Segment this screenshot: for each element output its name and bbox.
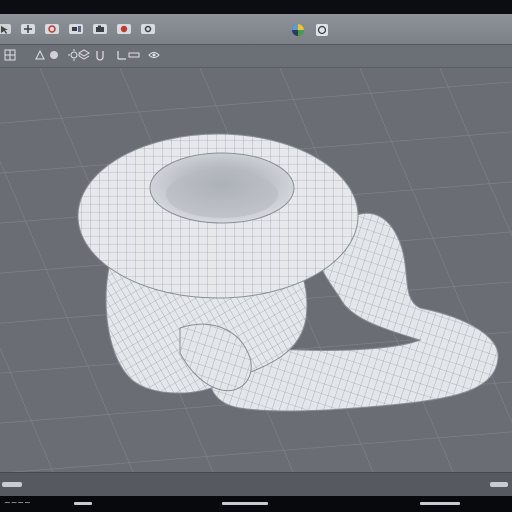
wireframe-icon[interactable] — [34, 49, 46, 61]
palette-icon[interactable] — [292, 24, 304, 36]
3d-viewport[interactable] — [0, 68, 512, 472]
render-tool-button[interactable] — [116, 21, 134, 37]
grid-icon[interactable] — [4, 49, 16, 61]
settings-tool-button[interactable] — [140, 21, 158, 37]
refresh-icon[interactable] — [316, 24, 328, 36]
camera-tool-button[interactable] — [92, 21, 110, 37]
layers-icon[interactable] — [78, 49, 90, 61]
main-toolbar — [0, 14, 512, 45]
status-indicator — [2, 482, 22, 487]
scale-tool-button[interactable] — [68, 21, 86, 37]
render-icon — [117, 24, 131, 34]
os-taskbar: ~~~~ — [0, 496, 512, 512]
taskbar-corner-text: ~~~~ — [4, 498, 31, 507]
measure-icon[interactable] — [128, 49, 140, 61]
rotate-icon — [45, 24, 59, 34]
snap-icon[interactable] — [94, 49, 106, 61]
view-icon[interactable] — [148, 49, 160, 61]
move-icon — [21, 24, 35, 34]
axis-icon[interactable] — [116, 49, 128, 61]
gear-icon — [141, 24, 155, 34]
scale-icon — [69, 24, 83, 34]
select-tool-button[interactable] — [0, 21, 14, 37]
taskbar-app-mark[interactable] — [74, 502, 92, 505]
rotate-tool-button[interactable] — [44, 21, 62, 37]
shaded-icon[interactable] — [48, 49, 60, 61]
taskbar-app-mark[interactable] — [222, 502, 268, 505]
screen-frame: ~~~~ — [0, 0, 512, 512]
status-indicator-right — [490, 482, 508, 487]
view-toolbar — [0, 45, 512, 68]
status-bar — [0, 472, 512, 496]
taskbar-app-mark[interactable] — [420, 502, 460, 505]
camera-icon — [93, 24, 107, 34]
cursor-icon — [0, 24, 11, 34]
move-tool-button[interactable] — [20, 21, 38, 37]
app-window — [0, 14, 512, 496]
toolbar-status-cluster — [290, 21, 334, 39]
torus-ring — [77, 133, 359, 299]
